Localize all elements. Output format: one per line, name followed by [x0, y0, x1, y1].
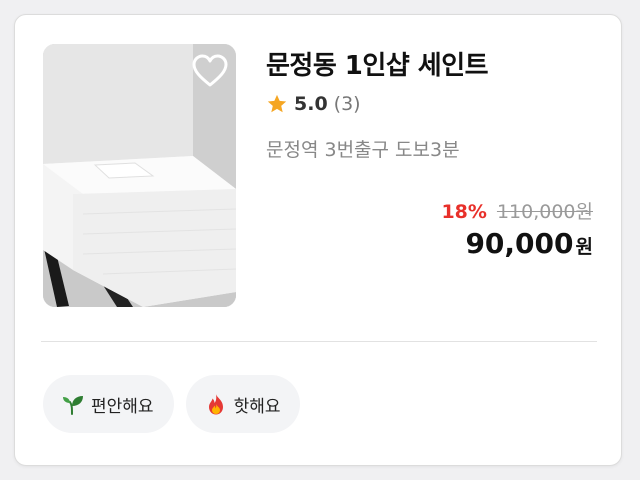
discount-row: 18% 110,000원 [441, 197, 593, 224]
rating-row: 5.0 (3) [266, 93, 361, 115]
fire-icon [204, 392, 228, 416]
star-icon [266, 93, 288, 115]
tag-comfortable[interactable]: 편안해요 [43, 375, 174, 433]
location-text: 문정역 3번출구 도보3분 [266, 139, 460, 161]
review-count: (3) [333, 93, 361, 115]
listing-title[interactable]: 문정동 1인샵 세인트 [266, 45, 489, 82]
listing-thumbnail[interactable] [43, 44, 236, 307]
discount-rate: 18% [441, 201, 487, 223]
divider [41, 341, 597, 342]
original-price: 110,000원 [496, 201, 593, 223]
tag-label: 핫해요 [233, 396, 281, 417]
review-tags: 편안해요 핫해요 [43, 375, 301, 433]
rating-score: 5.0 [294, 93, 328, 115]
price-unit: 원 [575, 236, 593, 258]
tag-hot[interactable]: 핫해요 [185, 375, 301, 433]
price-row: 90,000 원 [465, 227, 593, 260]
tag-label: 편안해요 [91, 396, 154, 417]
favorite-heart-icon[interactable] [192, 54, 228, 88]
sale-price: 90,000 [465, 227, 574, 260]
sprout-icon [61, 392, 85, 416]
listing-card[interactable]: 문정동 1인샵 세인트 5.0 (3) 문정역 3번출구 도보3분 18% 11… [14, 14, 622, 466]
